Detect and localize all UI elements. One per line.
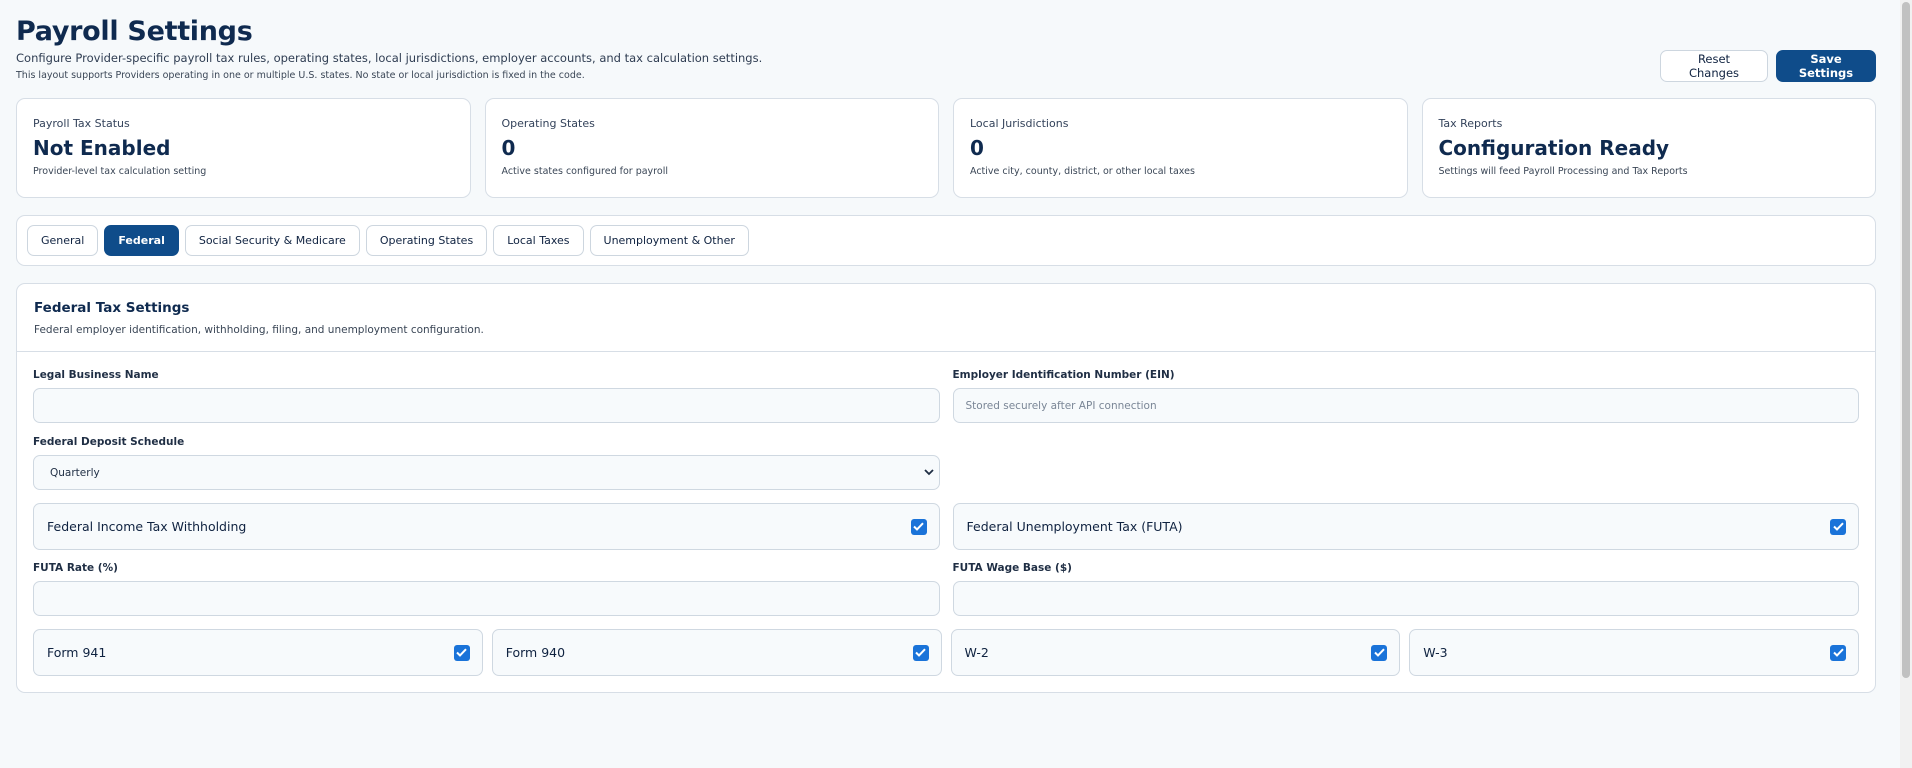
stat-value: Configuration Ready <box>1438 136 1670 160</box>
futa-rate-label: FUTA Rate (%) <box>33 562 118 574</box>
futa-label: Federal Unemployment Tax (FUTA) <box>966 519 1183 534</box>
check-icon <box>1832 648 1844 657</box>
ein-input[interactable] <box>952 388 1859 423</box>
tab-unemployment-other[interactable]: Unemployment & Other <box>589 225 749 256</box>
tab-operating-states[interactable]: Operating States <box>365 225 488 256</box>
form-941-checkbox[interactable] <box>453 644 470 661</box>
chevron-down-icon <box>922 465 936 479</box>
futa-wage-base-label: FUTA Wage Base ($) <box>952 562 1072 574</box>
reset-changes-button[interactable]: Reset Changes <box>1660 50 1768 82</box>
legal-business-name-input[interactable] <box>33 388 940 423</box>
w2-toggle[interactable]: W-2 <box>950 629 1401 676</box>
page-subtitle: Configure Provider-specific payroll tax … <box>16 51 763 65</box>
futa-rate-row: FUTA Rate (%) FUTA Wage Base ($) <box>33 562 1859 616</box>
header-actions: Reset Changes Save Settings <box>1660 50 1876 82</box>
futa-checkbox[interactable] <box>1830 518 1846 535</box>
section-header: Federal Tax Settings Federal employer id… <box>17 284 1875 352</box>
federal-income-tax-checkbox[interactable] <box>910 518 927 535</box>
payroll-settings-page: Payroll Settings Configure Provider-spec… <box>16 16 1876 693</box>
deposit-schedule-select[interactable]: Quarterly <box>33 455 940 490</box>
stat-desc: Active states configured for payroll <box>501 166 668 177</box>
deposit-schedule-value: Quarterly <box>33 455 940 490</box>
stat-cards: Payroll Tax Status Not Enabled Provider-… <box>16 98 1876 198</box>
page-note: This layout supports Providers operating… <box>16 70 585 81</box>
section-title: Federal Tax Settings <box>34 300 190 316</box>
business-row: Legal Business Name Employer Identificat… <box>33 369 1859 423</box>
stat-card-local-jurisdictions: Local Jurisdictions 0 Active city, count… <box>953 98 1408 198</box>
check-icon <box>1832 522 1844 531</box>
scrollbar-thumb[interactable] <box>1902 2 1910 678</box>
stat-value: Not Enabled <box>33 136 171 160</box>
forms-row: Form 941 Form 940 W-2 W-3 <box>33 629 1859 676</box>
settings-tabs: General Federal Social Security & Medica… <box>16 215 1876 266</box>
withholding-row: Federal Income Tax Withholding Federal U… <box>33 503 1859 550</box>
stat-label: Local Jurisdictions <box>970 117 1069 130</box>
check-icon <box>1374 648 1385 657</box>
check-icon <box>913 522 924 531</box>
page-scrollbar[interactable] <box>1900 0 1912 768</box>
federal-income-tax-label: Federal Income Tax Withholding <box>47 519 247 534</box>
w3-label: W-3 <box>1423 645 1448 660</box>
federal-tax-settings-section: Federal Tax Settings Federal employer id… <box>16 283 1876 693</box>
stat-desc: Settings will feed Payroll Processing an… <box>1438 166 1688 177</box>
w2-checkbox[interactable] <box>1371 644 1388 661</box>
stat-card-tax-reports: Tax Reports Configuration Ready Settings… <box>1421 98 1876 198</box>
stat-label: Operating States <box>501 117 595 130</box>
form-940-toggle[interactable]: Form 940 <box>491 629 942 676</box>
stat-desc: Provider-level tax calculation setting <box>33 166 207 177</box>
form-941-label: Form 941 <box>47 645 107 660</box>
w2-label: W-2 <box>964 645 989 660</box>
federal-income-tax-toggle[interactable]: Federal Income Tax Withholding <box>33 503 940 550</box>
futa-wage-base-input[interactable] <box>952 581 1859 616</box>
w3-toggle[interactable]: W-3 <box>1409 629 1859 676</box>
legal-business-name-label: Legal Business Name <box>33 369 159 381</box>
section-description: Federal employer identification, withhol… <box>34 324 484 336</box>
page-header: Payroll Settings Configure Provider-spec… <box>16 16 1876 98</box>
form-940-label: Form 940 <box>505 645 566 660</box>
check-icon <box>456 648 467 657</box>
deposit-schedule-label: Federal Deposit Schedule <box>33 436 185 448</box>
stat-value: 0 <box>501 136 516 160</box>
tab-social-security-medicare[interactable]: Social Security & Medicare <box>184 225 360 256</box>
save-settings-button[interactable]: Save Settings <box>1776 50 1876 82</box>
stat-card-operating-states: Operating States 0 Active states configu… <box>484 98 939 198</box>
ein-label: Employer Identification Number (EIN) <box>952 369 1175 381</box>
stat-card-payroll-tax-status: Payroll Tax Status Not Enabled Provider-… <box>16 98 471 198</box>
tab-local-taxes[interactable]: Local Taxes <box>493 225 584 256</box>
form-941-toggle[interactable]: Form 941 <box>33 629 483 676</box>
tab-federal[interactable]: Federal <box>104 225 179 256</box>
section-body: Legal Business Name Employer Identificat… <box>17 352 1875 676</box>
tab-general[interactable]: General <box>27 225 99 256</box>
page-title: Payroll Settings <box>16 16 253 47</box>
stat-desc: Active city, county, district, or other … <box>970 166 1195 177</box>
form-940-checkbox[interactable] <box>912 644 929 661</box>
check-icon <box>915 648 926 657</box>
stat-label: Payroll Tax Status <box>33 117 130 130</box>
futa-rate-input[interactable] <box>33 581 940 616</box>
stat-label: Tax Reports <box>1438 117 1503 130</box>
deposit-row: Federal Deposit Schedule Quarterly <box>33 436 1859 490</box>
futa-toggle[interactable]: Federal Unemployment Tax (FUTA) <box>952 503 1859 550</box>
stat-value: 0 <box>970 136 984 160</box>
w3-checkbox[interactable] <box>1830 644 1846 661</box>
